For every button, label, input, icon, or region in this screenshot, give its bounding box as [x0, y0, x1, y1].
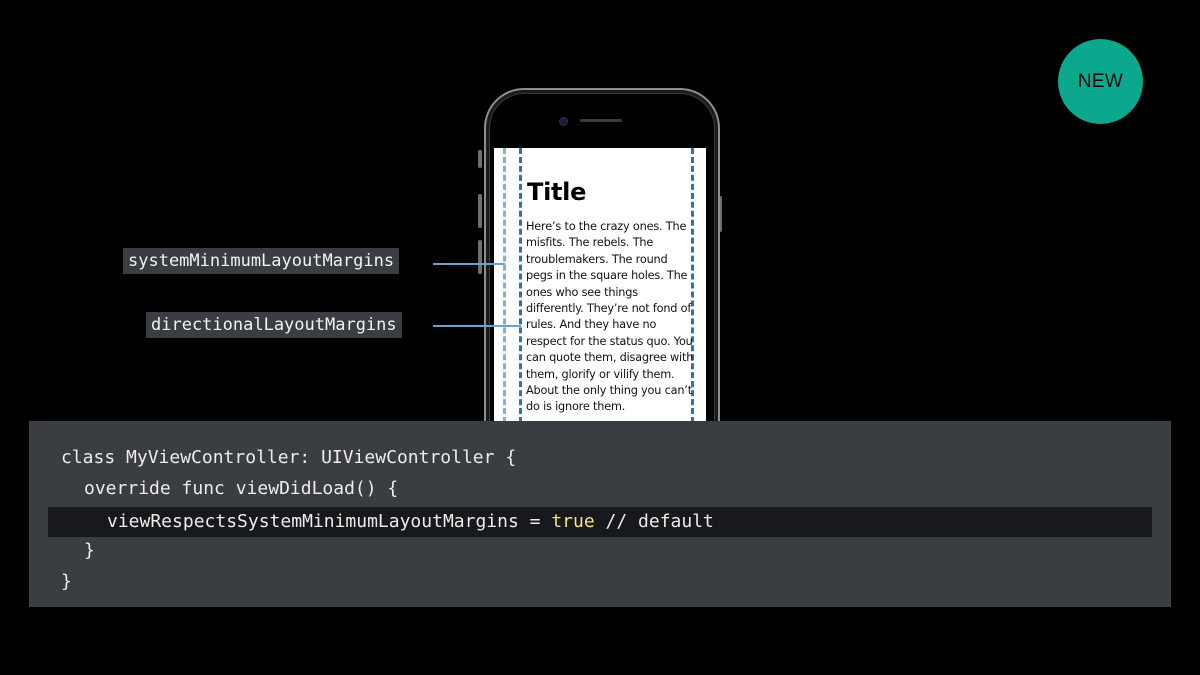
screen-body-text: Here’s to the crazy ones. The misfits. T… [526, 220, 694, 414]
code-property-assignment: viewRespectsSystemMinimumLayoutMargins = [107, 511, 552, 532]
directional-margin-guide-leading [519, 148, 522, 423]
phone-volume-up-button [478, 194, 482, 228]
new-badge: NEW [1058, 39, 1143, 124]
code-line-class-declaration: class MyViewController: UIViewController… [61, 447, 517, 468]
code-line-close-func: } [84, 540, 95, 561]
code-panel: class MyViewController: UIViewController… [29, 421, 1171, 607]
speaker-icon [580, 119, 622, 122]
code-line-override-func: override func viewDidLoad() { [84, 478, 399, 499]
phone-mute-switch [478, 150, 482, 168]
system-minimum-margin-guide-leading [503, 148, 506, 423]
system-minimum-leader-line [433, 263, 505, 265]
directional-layout-margins-label: directionalLayoutMargins [146, 312, 402, 338]
phone-screen: Title Here’s to the crazy ones. The misf… [494, 148, 706, 423]
directional-leader-line [433, 325, 521, 327]
phone-volume-down-button [478, 240, 482, 274]
camera-icon [559, 117, 568, 126]
code-comment: // default [594, 511, 714, 532]
screen-title: Title [527, 178, 587, 206]
code-line-highlighted: viewRespectsSystemMinimumLayoutMargins =… [48, 507, 1152, 537]
code-literal-true: true [551, 511, 595, 532]
system-minimum-layout-margins-label: systemMinimumLayoutMargins [123, 248, 400, 274]
code-line-close-class: } [61, 571, 72, 592]
